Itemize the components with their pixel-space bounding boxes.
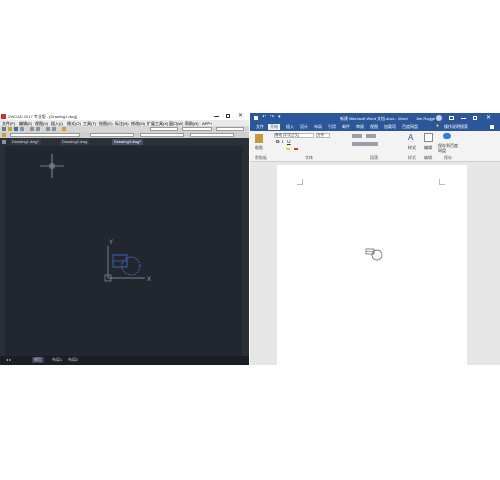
tabs-menu-icon[interactable]: [2, 140, 6, 144]
cad-drawing-canvas[interactable]: Y X: [5, 146, 242, 356]
layer-dropdown[interactable]: [10, 133, 80, 137]
crosshair-cursor: [40, 154, 64, 178]
customize-qat-icon[interactable]: ▾: [278, 115, 281, 120]
color-dropdown[interactable]: [90, 133, 134, 137]
maximize-icon[interactable]: [473, 116, 477, 120]
lightbulb-icon: ●: [436, 124, 440, 129]
editing-label: 编辑: [424, 145, 432, 150]
close-icon[interactable]: ✕: [486, 115, 491, 121]
baidu-save-icon[interactable]: [443, 133, 451, 139]
maximize-icon[interactable]: [226, 114, 230, 118]
cad-window-title: ZWCAD 2017 专业版 - [Drawing1.dwg]: [8, 114, 77, 119]
print-icon[interactable]: [20, 127, 24, 131]
save-icon[interactable]: [14, 127, 18, 131]
styles-label: 样式: [408, 145, 416, 150]
tab-baidu[interactable]: 百度网盘: [402, 124, 418, 130]
minimize-icon[interactable]: [461, 118, 466, 119]
tab-insert[interactable]: 插入: [286, 124, 294, 130]
font-color-icon[interactable]: [294, 148, 298, 150]
save-icon[interactable]: [254, 116, 258, 120]
word-titlebar: ↶ ↷ ▾ 新建 Microsoft Word 文档.docx - Word J…: [250, 113, 500, 123]
tab-layout[interactable]: 布局: [314, 124, 322, 130]
underline-button[interactable]: U: [287, 140, 291, 145]
lineweight-dropdown[interactable]: [190, 133, 234, 137]
tab-layout1[interactable]: 布局1: [50, 357, 64, 363]
user-name: Jim Rogge: [416, 116, 436, 121]
highlight-icon[interactable]: [286, 148, 290, 150]
ucs-icon: [104, 246, 145, 282]
word-ribbon-tabs: 文件 开始 插入 设计 布局 引用 邮件 审阅 视图 加载项 百度网盘 ● 操作…: [250, 123, 500, 131]
group-font: 字体: [305, 155, 313, 160]
tab-design[interactable]: 设计: [300, 124, 308, 130]
word-window-title: 新建 Microsoft Word 文档.docx - Word: [340, 116, 408, 121]
new-file-icon[interactable]: [2, 127, 6, 131]
group-clipboard: 剪贴板: [255, 155, 267, 160]
tab-home[interactable]: 开始: [268, 124, 280, 130]
tab-view[interactable]: 视图: [370, 124, 378, 130]
linetype-dropdown[interactable]: [140, 133, 184, 137]
redo-icon[interactable]: [36, 127, 40, 131]
avatar[interactable]: [436, 115, 442, 121]
tab-model[interactable]: 模型: [32, 357, 44, 363]
margin-corner-tl: [297, 179, 303, 185]
tab-file[interactable]: 文件: [256, 124, 264, 130]
app-logo-icon: [1, 114, 6, 119]
font-size-value: 五号: [317, 133, 324, 137]
ribbon-display-icon[interactable]: [449, 116, 454, 120]
tell-me-search[interactable]: 操作说明搜索: [444, 124, 468, 130]
word-ribbon: 粘贴 等线 (中文正文) 五号 B I U A 样式 编辑 保存到百度网盘 剪贴…: [250, 131, 500, 162]
layer-icon[interactable]: [62, 127, 66, 131]
cad-window: ZWCAD 2017 专业版 - [Drawing1.dwg] ✕ 文件(F) …: [0, 113, 249, 365]
editing-icon[interactable]: [424, 133, 433, 142]
tab-drawing2[interactable]: Drawing2.dwg: [60, 139, 90, 145]
font-name-value: 等线 (中文正文): [275, 133, 300, 137]
group-paragraph: 段落: [370, 155, 378, 160]
table-style-dropdown[interactable]: [216, 127, 244, 131]
tab-review[interactable]: 审阅: [356, 124, 364, 130]
bold-button[interactable]: B: [276, 140, 280, 145]
axis-x-label: X: [147, 277, 151, 283]
close-icon[interactable]: ✕: [238, 113, 243, 120]
cad-right-toolbar: [242, 146, 249, 356]
tab-drawing3[interactable]: Drawing3.dwg*: [112, 139, 143, 145]
layer-manager-icon[interactable]: [2, 133, 6, 137]
cad-document-tabs: Drawing1.dwg* Drawing2.dwg Drawing3.dwg*: [0, 138, 249, 146]
numbering-icon[interactable]: [366, 134, 376, 138]
tab-mailings[interactable]: 邮件: [342, 124, 350, 130]
baidu-save-label: 保存到百度网盘: [438, 143, 458, 153]
embedded-drawing[interactable]: [365, 247, 385, 263]
cad-titlebar: ZWCAD 2017 专业版 - [Drawing1.dwg] ✕: [0, 113, 249, 120]
dimstyle-dropdown[interactable]: [182, 127, 212, 131]
pan-icon[interactable]: [52, 127, 56, 131]
word-window: ↶ ↷ ▾ 新建 Microsoft Word 文档.docx - Word J…: [250, 113, 500, 365]
styles-icon[interactable]: A: [408, 133, 417, 142]
italic-button[interactable]: I: [282, 140, 283, 145]
align-icon[interactable]: [352, 142, 378, 146]
share-icon[interactable]: [490, 125, 494, 129]
axis-y-label: Y: [109, 240, 113, 246]
group-editing: 编辑: [424, 155, 432, 160]
open-file-icon[interactable]: [8, 127, 12, 131]
undo-icon[interactable]: [30, 127, 34, 131]
cad-status-bar: ◂ ▸ 模型 布局1 布局2: [0, 356, 249, 365]
paste-label: 粘贴: [255, 145, 263, 150]
redo-icon[interactable]: ↷: [270, 115, 274, 120]
group-save: 保存: [444, 155, 452, 160]
minimize-icon[interactable]: [214, 116, 219, 117]
tab-references[interactable]: 引用: [328, 124, 336, 130]
undo-icon[interactable]: ↶: [262, 115, 266, 120]
tab-addins[interactable]: 加载项: [384, 124, 396, 130]
tab-drawing1[interactable]: Drawing1.dwg*: [10, 139, 41, 145]
drawn-shape[interactable]: [112, 254, 141, 276]
zoom-icon[interactable]: [46, 127, 50, 131]
bullets-icon[interactable]: [352, 134, 362, 138]
style-dropdown[interactable]: [150, 127, 178, 131]
group-styles: 样式: [408, 155, 416, 160]
document-page[interactable]: [277, 165, 467, 365]
tab-layout2[interactable]: 布局2: [66, 357, 80, 363]
paste-icon[interactable]: [255, 134, 263, 143]
margin-corner-tr: [439, 179, 445, 185]
status-nav-icons[interactable]: ◂ ▸: [4, 357, 13, 363]
